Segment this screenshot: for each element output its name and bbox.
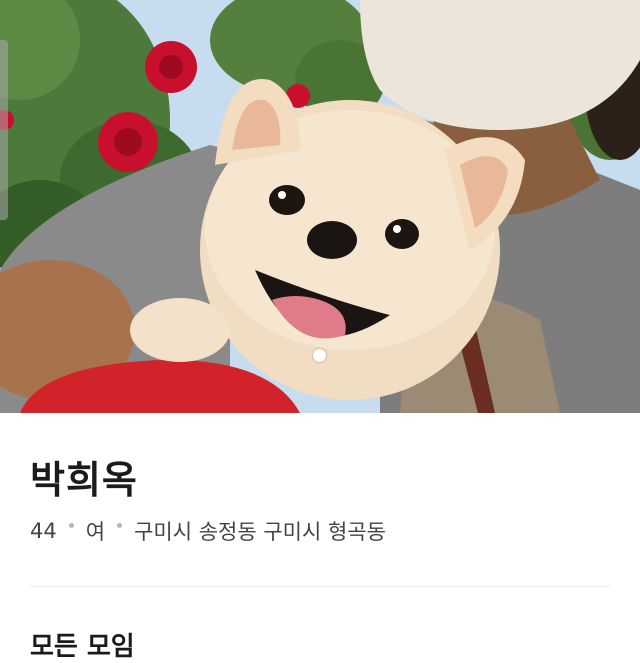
profile-photo[interactable] [0,0,640,413]
section-heading: 모든 모임 [30,632,135,662]
separator-dot [68,522,74,528]
separator-dot [117,522,123,528]
profile-locations: 구미시 송정동 구미시 형곡동 [134,520,386,544]
profile-age: 44 [30,519,57,543]
section-divider [30,586,610,587]
profile-gender: 여 [85,520,106,544]
photo-edge-handle [0,40,8,220]
profile-meta: 44 여 구미시 송정동 구미시 형곡동 [30,516,386,546]
profile-name: 박희옥 [30,458,138,502]
photo-page-indicator-dot[interactable] [313,349,326,362]
